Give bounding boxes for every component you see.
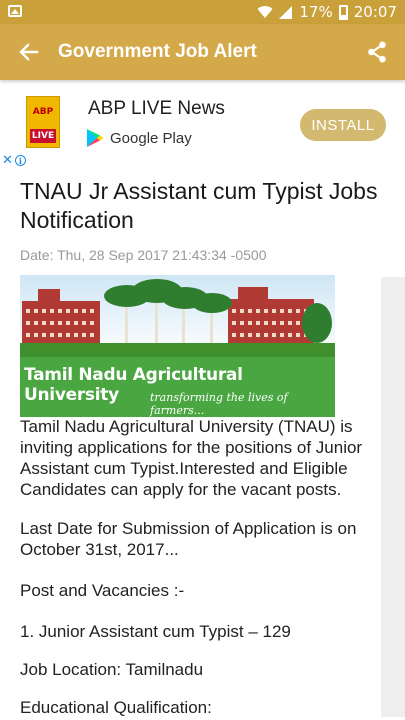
install-button[interactable]: INSTALL (300, 109, 386, 141)
article-card: TNAU Jr Assistant cum Typist Jobs Notifi… (0, 162, 405, 720)
tnau-banner-image: Tamil Nadu Agricultural University trans… (20, 275, 335, 417)
job-location-value: : Tamilnadu (116, 660, 204, 679)
google-play-badge: Google Play (86, 128, 192, 148)
google-play-icon (87, 129, 104, 147)
live-logo-text: LIVE (30, 129, 56, 143)
education-value: : (207, 698, 212, 717)
image-notification-icon (8, 5, 22, 17)
signal-icon (279, 5, 293, 19)
ad-banner[interactable]: ABP LIVE ABP LIVE News Google Play INSTA… (0, 86, 405, 156)
app-title: Government Job Alert (58, 41, 257, 62)
status-bar: 17% 20:07 (0, 0, 405, 24)
last-date-notice: Last Date for Submission of Application … (20, 519, 357, 559)
abp-logo-text: ABP (32, 107, 54, 117)
vacancy-item: 1. Junior Assistant cum Typist – 129 (20, 622, 291, 641)
job-location: Job Location: Tamilnadu (20, 659, 385, 680)
job-location-label: Job Location (20, 660, 117, 679)
store-label: Google Play (110, 129, 192, 147)
battery-icon (338, 4, 348, 20)
banner-tagline: transforming the lives of farmers... (150, 391, 288, 417)
educational-qualification: Educational Qualification: (20, 697, 385, 718)
abp-live-logo: ABP LIVE (26, 96, 60, 148)
article-intro: Tamil Nadu Agricultural University (TNAU… (20, 417, 363, 499)
arrow-back-icon (19, 43, 39, 61)
article-title: TNAU Jr Assistant cum Typist Jobs Notifi… (20, 178, 378, 233)
education-label: Educational Qualification (20, 698, 208, 717)
share-button[interactable] (361, 36, 393, 68)
app-bar: Government Job Alert (0, 24, 405, 80)
post-vacancies-heading: Post and Vacancies :- (20, 581, 185, 600)
share-icon (368, 41, 386, 63)
article-date: Date: Thu, 28 Sep 2017 21:43:34 -0500 (20, 247, 267, 263)
wifi-icon (257, 5, 273, 18)
back-button[interactable] (14, 37, 44, 67)
ad-app-name: ABP LIVE News (88, 98, 225, 119)
battery-percent: 17% (299, 3, 333, 21)
clock: 20:07 (353, 3, 397, 21)
